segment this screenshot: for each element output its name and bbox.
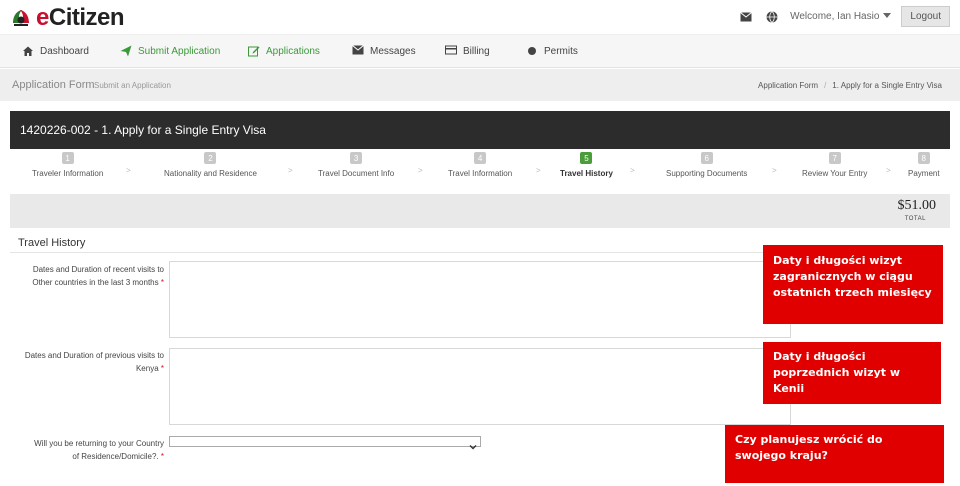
step-review-your-entry[interactable]: 7 Review Your Entry [802,152,867,178]
globe-icon[interactable] [764,9,780,25]
callout-recent-visits: Daty i długości wizyt zagranicznych w ci… [763,245,943,324]
chevron-right-icon: > [772,166,777,175]
step-travel-information[interactable]: 4 Travel Information [448,152,512,178]
nav-submit-application[interactable]: Submit Application [120,45,220,57]
step-label: Supporting Documents [666,169,748,178]
circle-icon [526,45,538,57]
step-label: Nationality and Residence [164,169,257,178]
step-travel-history[interactable]: 5 Travel History [560,152,613,178]
nav-permits[interactable]: Permits [526,45,578,57]
paper-plane-icon [120,45,132,57]
step-traveler-information[interactable]: 1 Traveler Information [32,152,103,178]
breadcrumb-item[interactable]: Application Form [758,81,818,90]
breadcrumb-item-current: 1. Apply for a Single Entry Visa [832,81,942,90]
form-title: 1420226-002 - 1. Apply for a Single Entr… [20,123,266,137]
recent-visits-textarea[interactable] [169,261,791,338]
field-label-recent-visits: Dates and Duration of recent visits to O… [32,265,164,287]
nav-label: Billing [463,45,490,57]
nav-label: Permits [544,45,578,57]
header-actions: Welcome, Ian Hasio Logout [738,6,950,27]
nav-label: Messages [370,45,416,57]
step-number: 1 [61,152,74,164]
section-title: Travel History [18,237,86,249]
breadcrumb: Application Form / 1. Apply for a Single… [758,81,942,90]
step-number: 5 [580,152,593,164]
step-number: 7 [828,152,841,164]
step-number: 4 [474,152,487,164]
home-icon [22,45,34,57]
ecitizen-logo[interactable]: eCitizen [10,4,125,32]
step-supporting-documents[interactable]: 6 Supporting Documents [666,152,747,178]
nav-label: Dashboard [40,45,89,57]
chevron-down-icon [469,438,477,450]
step-label: Travel Information [448,169,513,178]
nav-label: Submit Application [138,45,221,57]
chevron-right-icon: > [886,166,891,175]
envelope-icon [352,45,364,57]
user-menu[interactable]: Welcome, Ian Hasio [790,11,892,22]
chevron-right-icon: > [536,166,541,175]
page-subtitle: Submit an Application [94,81,171,90]
envelope-icon[interactable] [738,9,754,25]
edit-icon [248,45,260,57]
nav-applications[interactable]: Applications [248,45,320,57]
step-label: Payment [908,169,940,178]
chevron-right-icon: > [126,166,131,175]
step-label: Traveler Information [32,169,104,178]
caret-down-icon [883,11,892,22]
breadcrumb-separator: / [824,81,827,90]
chevron-right-icon: > [630,166,635,175]
chevron-right-icon: > [418,166,423,175]
logout-button[interactable]: Logout [901,6,950,27]
main-nav: Dashboard Submit Application Application… [0,34,960,68]
returning-home-select[interactable] [169,436,481,450]
previous-visits-kenya-textarea[interactable] [169,348,791,425]
logo-text: eCitizen [36,4,125,31]
callout-previous-visits: Daty i długości poprzednich wizyt w Keni… [763,342,941,404]
total-bar: $51.00 TOTAL [10,194,950,228]
nav-billing[interactable]: Billing [445,45,490,57]
step-payment[interactable]: 8 Payment [908,152,940,178]
chevron-right-icon: > [288,166,293,175]
step-number: 6 [700,152,713,164]
top-header: eCitizen Welcome, Ian Hasio Logout [0,0,960,34]
step-label: Travel Document Info [318,169,395,178]
nav-label: Applications [266,45,320,57]
total-amount: $51.00 [897,198,937,213]
credit-card-icon [445,45,457,57]
field-label-previous-visits-kenya: Dates and Duration of previous visits to… [24,351,164,373]
page-title: Application Form [12,79,95,91]
field-label-returning-home: Will you be returning to your Country of… [34,439,164,461]
nav-dashboard[interactable]: Dashboard [22,45,89,57]
wizard-steps: 1 Traveler Information > 2 Nationality a… [10,152,950,192]
nav-messages[interactable]: Messages [352,45,416,57]
total-label: TOTAL [904,216,926,222]
welcome-text: Welcome, Ian Hasio [790,11,880,22]
step-label: Travel History [560,169,613,178]
coat-of-arms-icon [10,7,32,29]
form-title-bar: 1420226-002 - 1. Apply for a Single Entr… [10,111,950,149]
step-number: 8 [917,152,930,164]
breadcrumb-bar: Application Form Submit an Application A… [0,69,960,101]
step-travel-document-info[interactable]: 3 Travel Document Info [318,152,394,178]
step-nationality-and-residence[interactable]: 2 Nationality and Residence [164,152,257,178]
step-number: 3 [350,152,363,164]
step-label: Review Your Entry [802,169,868,178]
step-number: 2 [204,152,217,164]
section-divider [10,252,810,253]
callout-returning-home: Czy planujesz wrócić do swojego kraju? [725,425,944,483]
